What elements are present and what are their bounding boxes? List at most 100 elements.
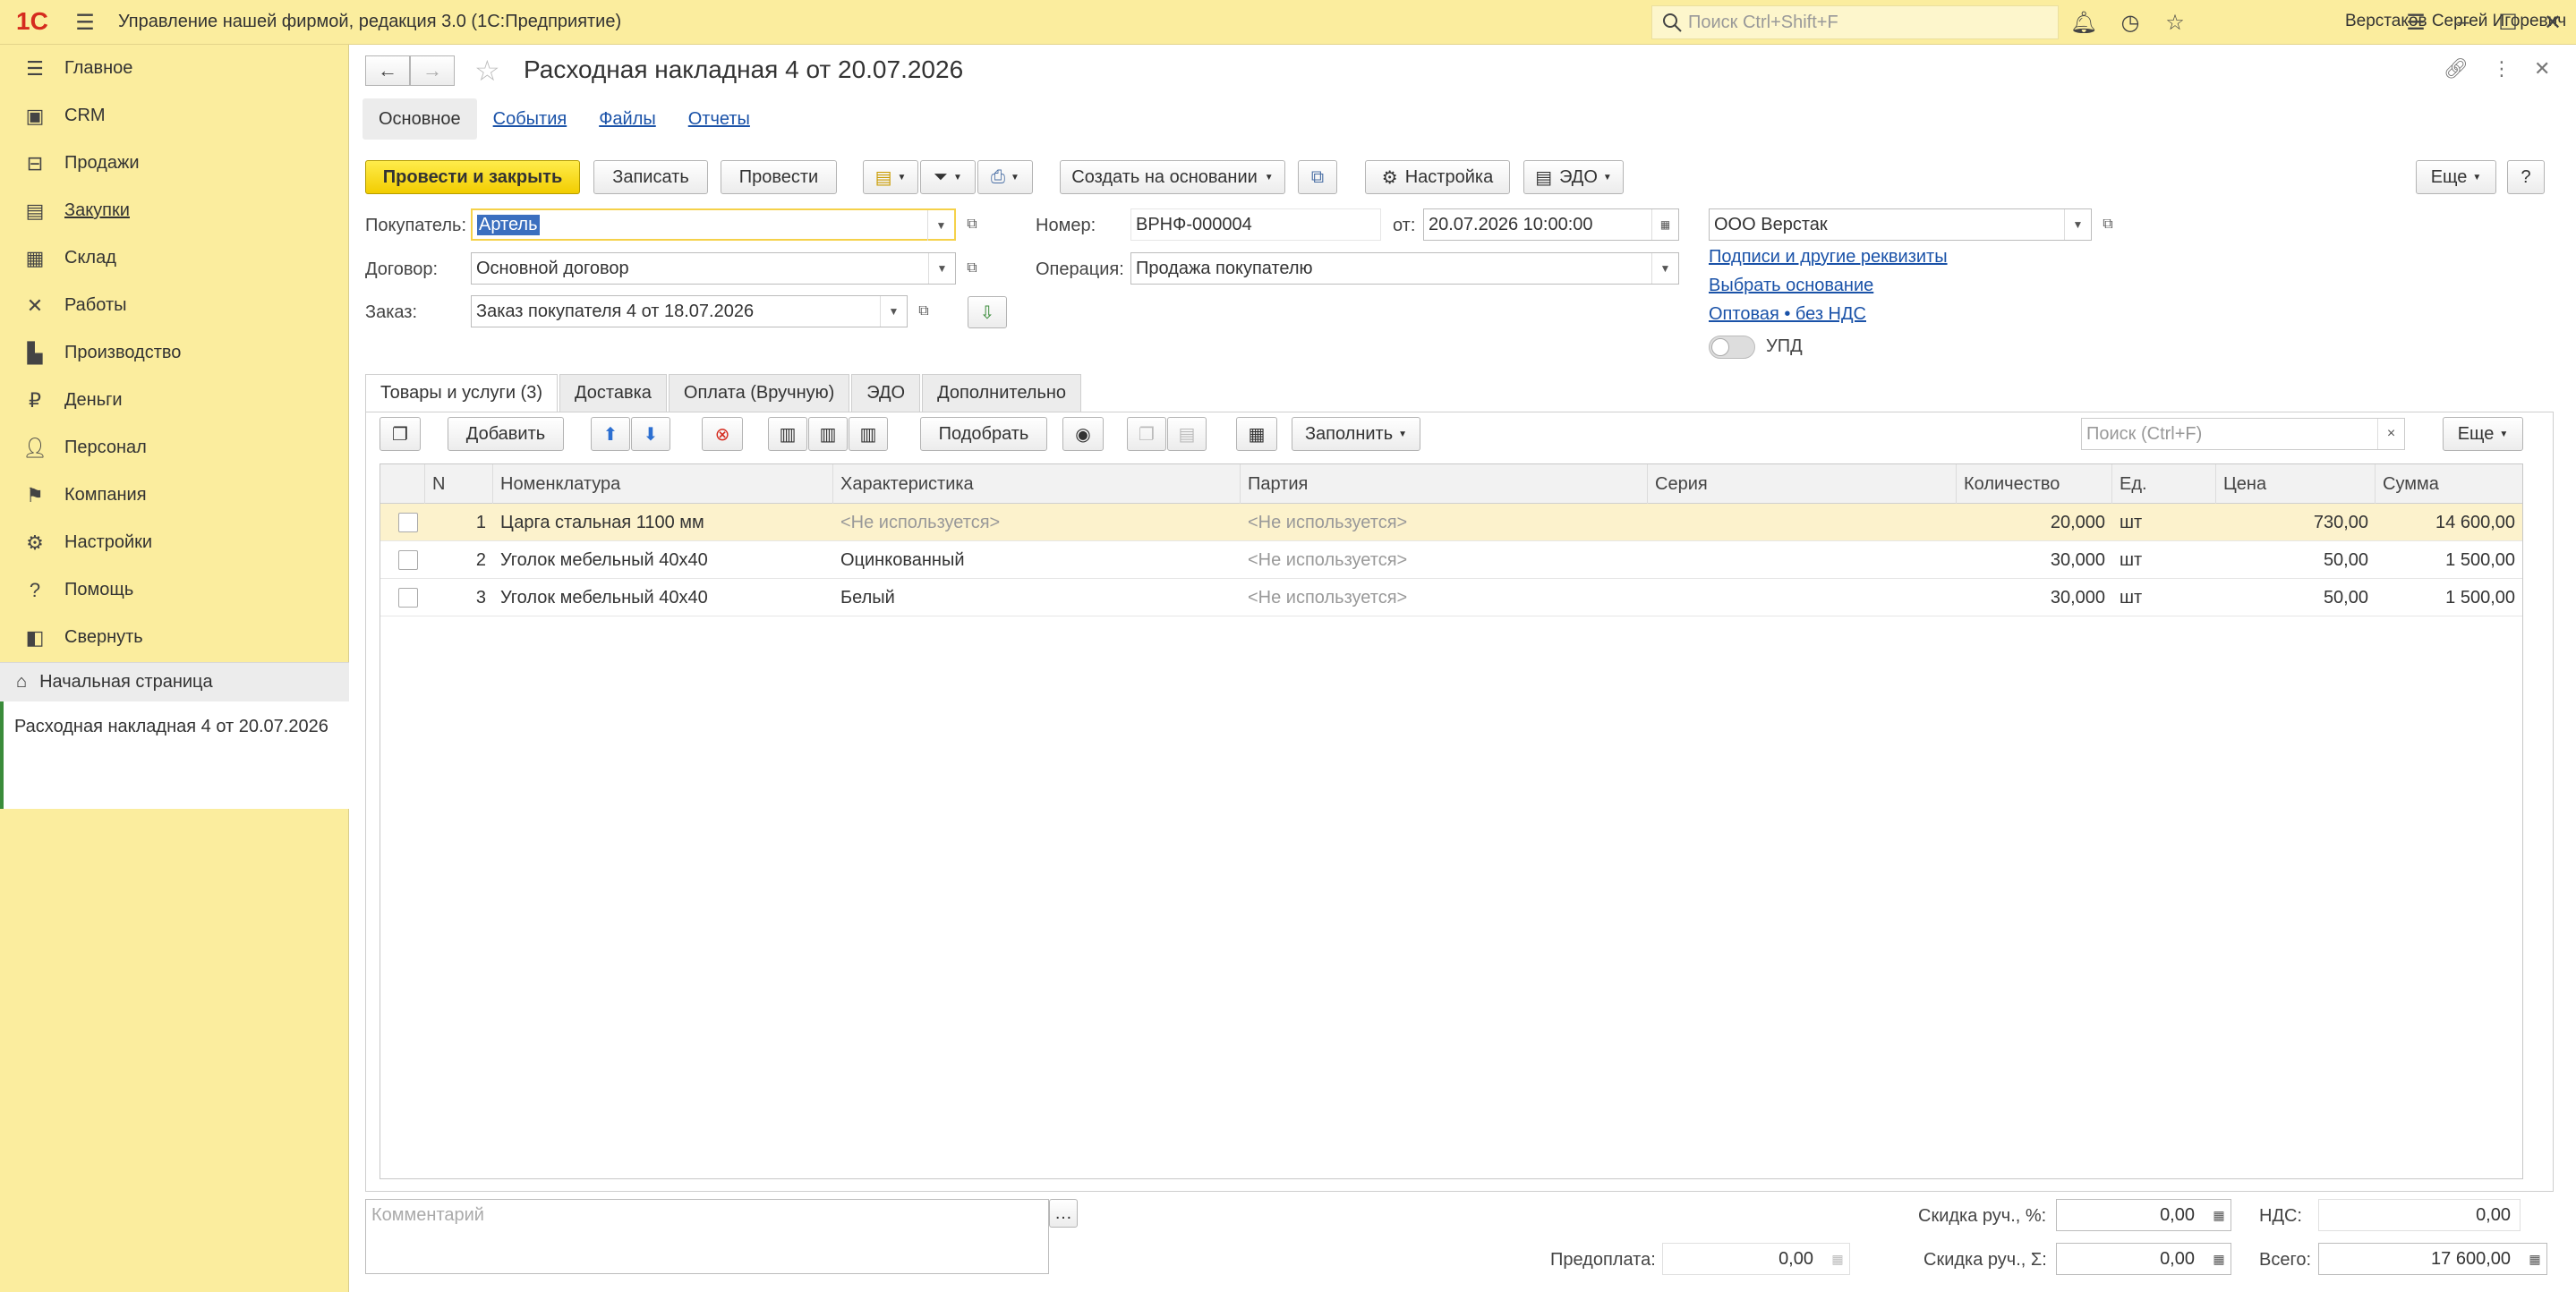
row-batch[interactable]: <Не используется>: [1241, 579, 1648, 616]
add-row-button[interactable]: Добавить: [448, 417, 564, 451]
home-page-item[interactable]: ⌂ Начальная страница: [0, 662, 349, 701]
sidebar-item-settings[interactable]: ⚙ Настройки: [0, 519, 349, 566]
row-characteristic[interactable]: Белый: [833, 579, 1241, 616]
operation-field[interactable]: Продажа покупателю ▼: [1130, 252, 1679, 285]
copy-to-clipboard-button[interactable]: ❐: [1127, 417, 1166, 451]
forward-button[interactable]: →: [410, 55, 455, 86]
main-menu-icon[interactable]: ☰: [64, 0, 106, 45]
row-unit[interactable]: шт: [2112, 579, 2216, 616]
col-sum[interactable]: Сумма: [2376, 464, 2522, 504]
fill-table-icon-button[interactable]: ▦: [1236, 417, 1277, 451]
col-characteristic[interactable]: Характеристика: [833, 464, 1241, 504]
window-menu-icon[interactable]: ☰: [2395, 0, 2436, 45]
row-price[interactable]: 730,00: [2216, 504, 2376, 541]
chevron-down-icon[interactable]: ▼: [927, 210, 954, 241]
table-row[interactable]: 3 Уголок мебельный 40х40 Белый <Не испол…: [380, 579, 2522, 616]
post-and-close-button[interactable]: Провести и закрыть: [365, 160, 580, 194]
chevron-down-icon[interactable]: ▼: [880, 296, 907, 327]
save-button[interactable]: Записать: [593, 160, 708, 194]
contract-open-button[interactable]: ⧉: [959, 252, 985, 285]
calculator-icon[interactable]: ▦: [2207, 1244, 2231, 1274]
row-batch[interactable]: <Не используется>: [1241, 541, 1648, 579]
row-unit[interactable]: шт: [2112, 541, 2216, 579]
calculator-icon[interactable]: ▦: [2207, 1200, 2231, 1230]
order-field[interactable]: Заказ покупателя 4 от 18.07.2026 ▼: [471, 295, 908, 327]
delete-row-button[interactable]: ⊗: [702, 417, 743, 451]
more-vertical-icon[interactable]: ⋮: [2492, 57, 2512, 81]
fill-from-order-button[interactable]: ⇩: [968, 296, 1007, 328]
barcode-settings-button[interactable]: ▥: [849, 417, 888, 451]
sidebar-item-main[interactable]: ☰ Главное: [0, 45, 349, 92]
row-series[interactable]: [1648, 504, 1957, 541]
row-batch[interactable]: <Не используется>: [1241, 504, 1648, 541]
company-open-button[interactable]: ⧉: [2094, 208, 2121, 241]
table-row[interactable]: 1 Царга стальная 1100 мм <Не используетс…: [380, 504, 2522, 541]
col-batch[interactable]: Партия: [1241, 464, 1648, 504]
sidebar-item-collapse[interactable]: ◧ Свернуть: [0, 614, 349, 661]
print-dropdown[interactable]: ⎙ ▼: [977, 160, 1033, 194]
global-search-input[interactable]: Поиск Ctrl+Shift+F: [1651, 5, 2059, 39]
create-document-dropdown[interactable]: ▤ ▼: [863, 160, 918, 194]
sidebar-item-money[interactable]: ₽ Деньги: [0, 377, 349, 424]
history-icon[interactable]: ◷: [2110, 0, 2151, 45]
table-more-button[interactable]: Еще ▼: [2443, 417, 2523, 451]
related-documents-button[interactable]: ⧉: [1298, 160, 1337, 194]
calendar-icon[interactable]: ▦: [1651, 209, 1678, 240]
minimize-icon[interactable]: –: [2443, 0, 2484, 45]
table-search-input[interactable]: Поиск (Ctrl+F) ×: [2081, 418, 2405, 450]
date-field[interactable]: 20.07.2026 10:00:00 ▦: [1423, 208, 1679, 241]
star-icon[interactable]: ☆: [2154, 0, 2196, 45]
row-series[interactable]: [1648, 579, 1957, 616]
tab-main[interactable]: Основное: [363, 98, 477, 140]
row-item[interactable]: Царга стальная 1100 мм: [493, 504, 833, 541]
choose-basis-link[interactable]: Выбрать основание: [1709, 276, 1873, 296]
order-open-button[interactable]: ⧉: [910, 295, 937, 327]
create-based-on-button[interactable]: Создать на основании ▼: [1060, 160, 1285, 194]
tab-delivery[interactable]: Доставка: [559, 374, 667, 412]
favorite-star-icon[interactable]: ☆: [474, 54, 500, 88]
paste-button[interactable]: ▤: [1167, 417, 1207, 451]
col-unit[interactable]: Ед.: [2112, 464, 2216, 504]
row-item[interactable]: Уголок мебельный 40х40: [493, 541, 833, 579]
sidebar-item-company[interactable]: ⚑ Компания: [0, 472, 349, 519]
sidebar-item-sales[interactable]: ⊟ Продажи: [0, 140, 349, 187]
row-price[interactable]: 50,00: [2216, 541, 2376, 579]
fill-dropdown[interactable]: Заполнить ▼: [1292, 417, 1420, 451]
open-document-item[interactable]: Расходная накладная 4 от 20.07.2026: [0, 701, 349, 809]
col-nomenclature[interactable]: Номенклатура: [493, 464, 833, 504]
discount-pct-field[interactable]: 0,00 ▦: [2056, 1199, 2231, 1231]
chevron-down-icon[interactable]: ▼: [2064, 209, 2091, 240]
row-unit[interactable]: шт: [2112, 504, 2216, 541]
row-checkbox[interactable]: [391, 504, 425, 541]
tab-additional[interactable]: Дополнительно: [922, 374, 1082, 412]
close-form-icon[interactable]: ✕: [2534, 57, 2550, 81]
pick-button[interactable]: Подобрать: [920, 417, 1047, 451]
close-icon[interactable]: ✕: [2532, 0, 2573, 45]
chevron-down-icon[interactable]: ▼: [1651, 253, 1678, 284]
buyer-field[interactable]: Артель ▼: [471, 208, 956, 241]
tab-files[interactable]: Файлы: [583, 98, 672, 140]
tab-payment[interactable]: Оплата (Вручную): [668, 374, 850, 412]
col-n[interactable]: N: [425, 464, 493, 504]
move-down-button[interactable]: ⬇: [631, 417, 670, 451]
row-series[interactable]: [1648, 541, 1957, 579]
contract-field[interactable]: Основной договор ▼: [471, 252, 956, 285]
sidebar-item-crm[interactable]: ▣ CRM: [0, 92, 349, 140]
move-up-button[interactable]: ⬆: [591, 417, 630, 451]
more-button[interactable]: Еще ▼: [2416, 160, 2496, 194]
price-type-link[interactable]: Оптовая • без НДС: [1709, 304, 1866, 325]
col-series[interactable]: Серия: [1648, 464, 1957, 504]
sidebar-item-personnel[interactable]: 👤︎ Персонал: [0, 424, 349, 472]
comment-expand-button[interactable]: …: [1049, 1199, 1078, 1228]
company-field[interactable]: ООО Верстак ▼: [1709, 208, 2092, 241]
tab-edo[interactable]: ЭДО: [851, 374, 921, 412]
bell-icon[interactable]: 🔔︎: [2063, 0, 2104, 45]
row-sum[interactable]: 14 600,00: [2376, 504, 2522, 541]
col-price[interactable]: Цена: [2216, 464, 2376, 504]
tab-reports[interactable]: Отчеты: [672, 98, 766, 140]
row-quantity[interactable]: 20,000: [1957, 504, 2112, 541]
row-checkbox[interactable]: [391, 579, 425, 616]
table-row[interactable]: 2 Уголок мебельный 40х40 Оцинкованный <Н…: [380, 541, 2522, 579]
row-sum[interactable]: 1 500,00: [2376, 579, 2522, 616]
calculator-icon[interactable]: ▦: [2523, 1244, 2546, 1274]
